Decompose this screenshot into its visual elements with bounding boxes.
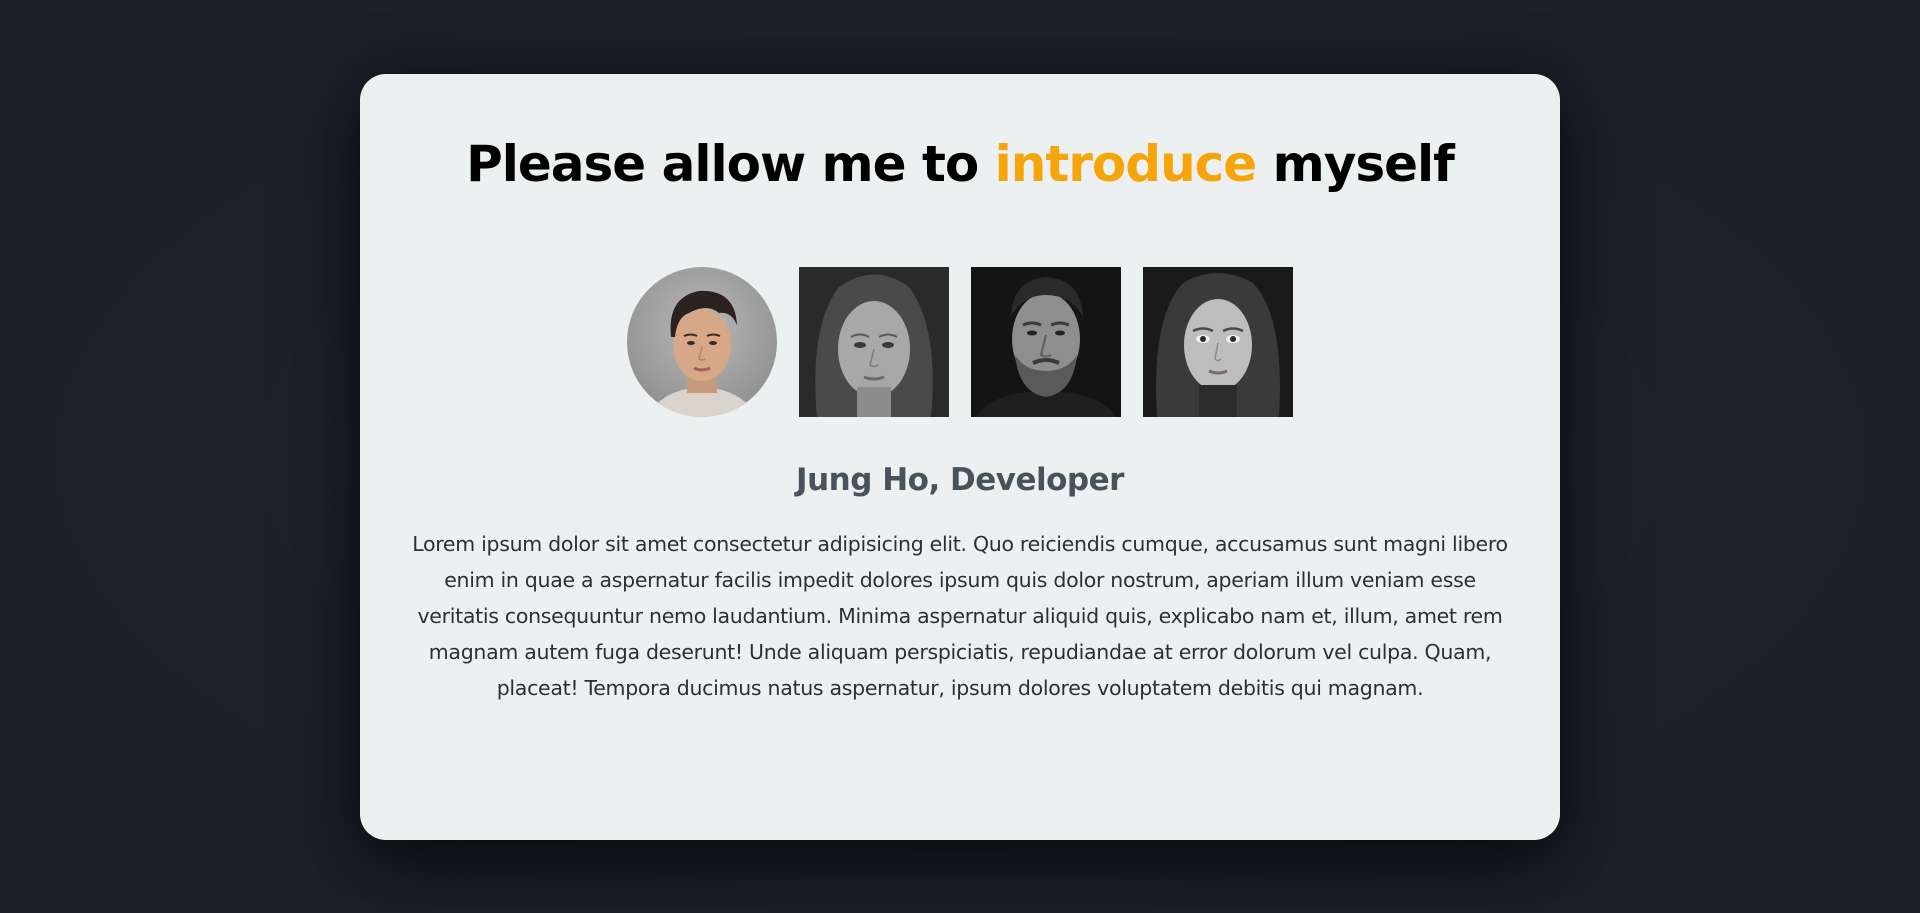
portrait-young-man-button[interactable] (627, 267, 777, 417)
title-text-before: Please allow me to (466, 135, 995, 193)
page-title: Please allow me to introduce myself (360, 134, 1560, 194)
portrait-young-woman-icon (1143, 267, 1293, 417)
portrait-young-woman-button[interactable] (1143, 267, 1293, 417)
portrait-woman-button[interactable] (799, 267, 949, 417)
portrait-bearded-man-icon (971, 267, 1121, 417)
introduction-card: Please allow me to introduce myself Jung… (360, 74, 1560, 840)
title-text-after: myself (1256, 135, 1455, 193)
portrait-selector (360, 267, 1560, 417)
profile-bio: Lorem ipsum dolor sit amet consectetur a… (412, 532, 1508, 700)
portrait-young-man-icon (627, 267, 777, 417)
portrait-woman-icon (799, 267, 949, 417)
profile-name: Jung Ho, Developer (796, 462, 1124, 498)
title-accent-word: introduce (994, 135, 1258, 193)
portrait-bearded-man-button[interactable] (971, 267, 1121, 417)
